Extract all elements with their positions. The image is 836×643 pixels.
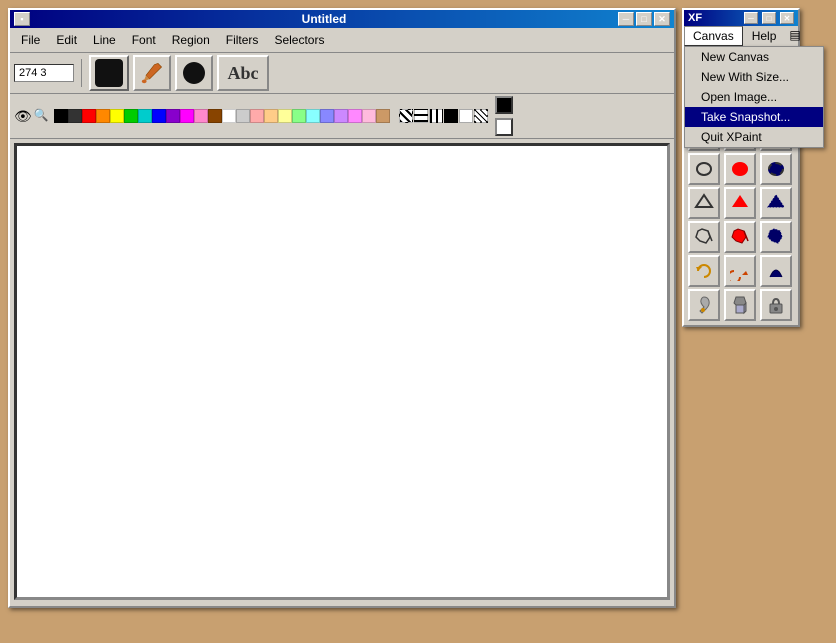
tool-polygon-filled[interactable] [724,187,756,219]
toolbox-maximize[interactable]: □ [762,12,776,24]
dropdown-new-canvas[interactable]: New Canvas [685,47,823,67]
tool-eyedropper[interactable] [688,289,720,321]
palette-icons: 👁 🔍 [14,108,49,125]
pattern-vertical[interactable] [429,109,443,123]
main-window-title: Untitled [32,12,616,26]
color-palette [54,109,394,123]
color-lightred[interactable] [250,109,264,123]
pattern-horizontal[interactable] [414,109,428,123]
paintbrush-tool[interactable] [133,55,171,91]
tool-polygon-select[interactable] [760,187,792,219]
toolbox-window-controls: ─ □ ✕ [742,12,794,24]
color-lightpink[interactable] [362,109,376,123]
menu-file[interactable]: File [14,30,47,50]
tool-ellipse-select[interactable] [760,153,792,185]
tool-lasso-line[interactable] [688,221,720,253]
tool-fill-bucket[interactable] [724,289,756,321]
main-window-menu-button[interactable]: ▪ [14,12,30,26]
dropdown-new-with-size[interactable]: New With Size... [685,67,823,87]
tb-menu-canvas[interactable]: Canvas [684,26,743,46]
color-lightpurple[interactable] [334,109,348,123]
color-white[interactable] [222,109,236,123]
dot-tool[interactable] [175,55,213,91]
pattern-fine-diagonal[interactable] [474,109,488,123]
menu-line[interactable]: Line [86,30,123,50]
color-lightcyan[interactable] [306,109,320,123]
main-maximize-button[interactable]: □ [636,12,652,26]
toolbar-separator [81,59,82,87]
color-lightorange[interactable] [264,109,278,123]
fill-tool-preview[interactable] [89,55,129,91]
background-color[interactable] [495,118,513,136]
toolbox-title: XF [688,12,702,24]
tool-ellipse-filled[interactable] [724,153,756,185]
pattern-diagonal[interactable] [399,109,413,123]
main-window: ▪ Untitled ─ □ ✕ File Edit Line Font Reg… [8,8,676,608]
color-red[interactable] [82,109,96,123]
palette-row: 👁 🔍 [10,94,674,139]
pattern-empty[interactable] [459,109,473,123]
eye-icon[interactable]: 👁 [14,108,32,125]
dropdown-open-image[interactable]: Open Image... [685,87,823,107]
color-orange[interactable] [96,109,110,123]
color-lightgreen[interactable] [292,109,306,123]
tool-distort[interactable] [760,255,792,287]
fg-bg-selector [495,96,513,136]
color-lightgray[interactable] [236,109,250,123]
color-purple[interactable] [166,109,180,123]
pattern-area [399,109,488,123]
main-minimize-button[interactable]: ─ [618,12,634,26]
color-pink[interactable] [194,109,208,123]
color-lightyellow[interactable] [278,109,292,123]
color-blue[interactable] [152,109,166,123]
tb-menu-options[interactable]: ▤ [785,26,804,46]
tool-lock[interactable] [760,289,792,321]
tb-menu-help[interactable]: Help [743,26,786,46]
menu-region[interactable]: Region [165,30,217,50]
foreground-color[interactable] [495,96,513,114]
magnify-icon[interactable]: 🔍 [34,108,49,125]
color-magenta[interactable] [180,109,194,123]
tool-polygon-outline[interactable] [688,187,720,219]
color-brown[interactable] [208,109,222,123]
color-lightmagenta[interactable] [348,109,362,123]
dropdown-take-snapshot[interactable]: Take Snapshot... [685,107,823,127]
pattern-solid[interactable] [444,109,458,123]
color-cyan[interactable] [138,109,152,123]
color-green[interactable] [124,109,138,123]
color-lightblue[interactable] [320,109,334,123]
toolbox-titlebar: XF ─ □ ✕ [684,10,798,26]
tool-lasso-filled[interactable] [724,221,756,253]
tool-lasso-select[interactable] [760,221,792,253]
main-close-button[interactable]: ✕ [654,12,670,26]
toolbox-minimize[interactable]: ─ [744,12,758,24]
toolbox-close[interactable]: ✕ [780,12,794,24]
color-darkgray[interactable] [68,109,82,123]
tool-rotate[interactable] [688,255,720,287]
menu-font[interactable]: Font [125,30,163,50]
color-black[interactable] [54,109,68,123]
color-tan[interactable] [376,109,390,123]
menu-selectors[interactable]: Selectors [267,30,331,50]
canvas-dropdown-menu: New Canvas New With Size... Open Image..… [684,46,824,148]
dropdown-quit-xpaint[interactable]: Quit XPaint [685,127,823,147]
menu-filters[interactable]: Filters [219,30,266,50]
menu-edit[interactable]: Edit [49,30,84,50]
text-tool[interactable]: Abc [217,55,269,91]
toolbox-window: XF ─ □ ✕ Canvas Help ▤ New Canvas New Wi… [682,8,800,327]
menu-bar: File Edit Line Font Region Filters Selec… [10,28,674,53]
main-titlebar: ▪ Untitled ─ □ ✕ [10,10,674,28]
tool-flip[interactable] [724,255,756,287]
color-yellow[interactable] [110,109,124,123]
tool-ellipse-outline[interactable] [688,153,720,185]
canvas-area[interactable] [14,143,670,600]
coord-input[interactable] [14,64,74,82]
toolbox-menubar: Canvas Help ▤ New Canvas New With Size..… [684,26,798,47]
toolbar-row: Abc [10,53,674,94]
